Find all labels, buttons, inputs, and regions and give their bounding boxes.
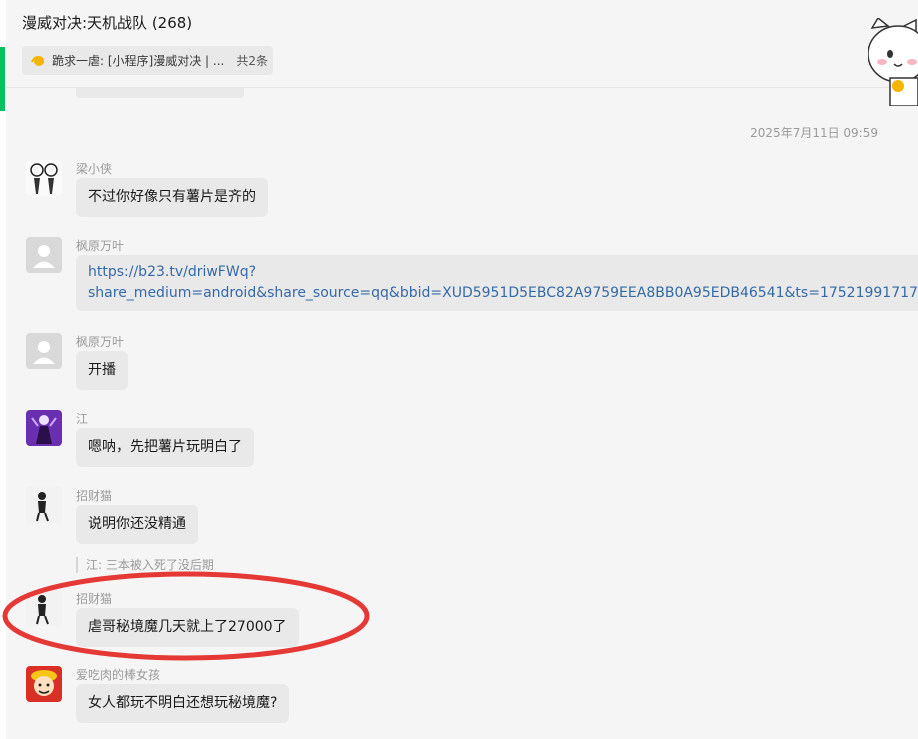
- message-bubble[interactable]: 开播: [76, 351, 128, 390]
- cat-sticker-icon: [868, 18, 918, 106]
- announcement-text: 跪求一虐: [小程序]漫威对决 | ...: [52, 54, 225, 68]
- message-bubble[interactable]: 说明你还没精通: [76, 505, 198, 544]
- link-text-line[interactable]: share_medium=android&share_source=qq&bbi…: [88, 283, 918, 304]
- announcement-icon: [31, 55, 44, 66]
- message-timestamp: 2025年7月11日 09:59: [750, 126, 878, 140]
- sender-name[interactable]: 江: [76, 410, 88, 427]
- sender-name[interactable]: 梁小侠: [76, 160, 112, 177]
- announcement-count: 共2条: [236, 54, 268, 68]
- avatar[interactable]: [26, 590, 62, 626]
- link-text-line[interactable]: https://b23.tv/driwFWq?: [88, 262, 918, 283]
- chat-title[interactable]: 漫威对决:天机战队 (268): [22, 12, 192, 33]
- chat-header: 漫威对决:天机战队 (268) 跪求一虐: [小程序]漫威对决 | ... 共2…: [6, 0, 918, 88]
- avatar[interactable]: [26, 410, 62, 446]
- message-bubble[interactable]: 不过你好像只有薯片是齐的: [76, 178, 268, 217]
- message-bubble[interactable]: 嗯呐，先把薯片玩明白了: [76, 428, 254, 467]
- message-list[interactable]: 2025年7月11日 09:59 梁小侠 不过你好像只有薯片是齐的 枫原万叶 h…: [6, 88, 918, 739]
- sender-name[interactable]: 枫原万叶: [76, 333, 124, 350]
- message-bubble[interactable]: 女人都玩不明白还想玩秘境魔?: [76, 684, 290, 723]
- previous-message-bubble: [76, 88, 244, 98]
- sender-name[interactable]: 招财猫: [76, 590, 112, 607]
- avatar[interactable]: [26, 237, 62, 273]
- avatar[interactable]: [26, 333, 62, 369]
- avatar[interactable]: [26, 160, 62, 196]
- avatar[interactable]: [26, 666, 62, 702]
- sender-name[interactable]: 招财猫: [76, 487, 112, 504]
- avatar[interactable]: [26, 487, 62, 523]
- quoted-reply[interactable]: 江: 三本被入死了没后期: [76, 557, 214, 573]
- pinned-announcement[interactable]: 跪求一虐: [小程序]漫威对决 | ... 共2条: [22, 46, 273, 75]
- sender-name[interactable]: 爱吃肉的棒女孩: [76, 666, 160, 683]
- link-message-bubble[interactable]: https://b23.tv/driwFWq? share_medium=and…: [76, 255, 918, 311]
- active-chat-indicator: [0, 47, 5, 111]
- sender-name[interactable]: 枫原万叶: [76, 237, 124, 254]
- message-bubble[interactable]: 虐哥秘境魔几天就上了27000了: [76, 608, 299, 647]
